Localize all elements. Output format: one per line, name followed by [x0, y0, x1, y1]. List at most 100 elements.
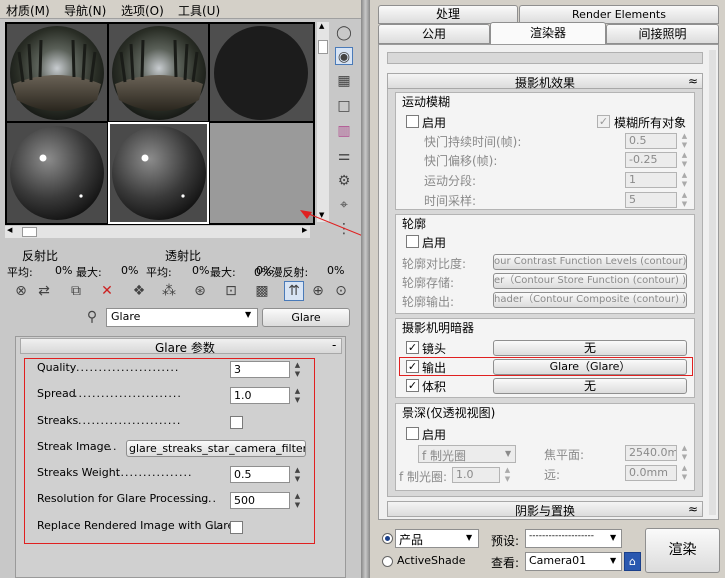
shutter-offset-field[interactable]: -0.25: [625, 152, 677, 168]
quality-field[interactable]: 3: [230, 361, 290, 378]
preset-chevron-icon[interactable]: ▼: [610, 533, 616, 542]
mode-product-radio[interactable]: [382, 533, 393, 544]
tab-common[interactable]: 公用: [378, 24, 490, 44]
mode-activeshade-label[interactable]: ActiveShade: [397, 554, 465, 567]
show-map-icon[interactable]: ▩: [253, 282, 271, 300]
motion-segments-label: 运动分段:: [424, 174, 477, 188]
contour-contrast-button[interactable]: our Contrast Function Levels (contour) ): [493, 254, 687, 270]
glare-rollout-title[interactable]: Glare 参数: [155, 339, 215, 356]
contour-store-button[interactable]: er（Contour Store Function (contour) ): [493, 273, 687, 289]
spread-spinner[interactable]: ▲ ▼: [293, 387, 302, 405]
uv-tiling-icon[interactable]: □: [335, 97, 353, 115]
lock-icon[interactable]: ⌂: [624, 552, 641, 571]
pane-divider[interactable]: [361, 0, 370, 578]
scroll-left-icon[interactable]: ◀: [7, 226, 12, 234]
shadows-collapse-icon[interactable]: ≈: [688, 502, 698, 516]
menu-navigation[interactable]: 导航(N): [64, 2, 106, 19]
transmittance-title: 透射比: [165, 249, 202, 263]
eyedropper-icon[interactable]: ⚲: [83, 308, 101, 326]
mode-activeshade-radio[interactable]: [382, 556, 393, 567]
resolution-field[interactable]: 500: [230, 492, 290, 509]
spread-dots: ........................: [74, 387, 182, 400]
put-to-library-icon[interactable]: ⊛: [191, 282, 209, 300]
shutter-offset-spinner[interactable]: ▲ ▼: [680, 151, 689, 169]
view-label: 查看:: [491, 556, 520, 570]
background-icon[interactable]: ▦: [335, 72, 353, 90]
material-id-icon[interactable]: ⊡: [222, 282, 240, 300]
dof-mode-chevron-icon[interactable]: ▼: [505, 449, 511, 458]
lens-checkbox[interactable]: ✓: [406, 341, 419, 354]
contour-enable-label: 启用: [422, 236, 447, 250]
preset-value[interactable]: --------------------: [529, 531, 594, 541]
menu-tools[interactable]: 工具(U): [178, 2, 220, 19]
spread-field[interactable]: 1.0: [230, 387, 290, 404]
output-checkbox[interactable]: ✓: [406, 360, 419, 373]
contour-enable-checkbox[interactable]: [406, 235, 419, 248]
volume-checkbox[interactable]: ✓: [406, 379, 419, 392]
get-material-icon[interactable]: ⊗: [12, 282, 30, 300]
renderer-scrollbar[interactable]: [709, 50, 716, 515]
far-spinner[interactable]: ▲ ▼: [680, 464, 689, 482]
contour-title: 轮廓: [402, 217, 427, 231]
horizontal-scrollbar[interactable]: [5, 226, 310, 238]
shutter-duration-label: 快门持续时间(帧):: [424, 135, 522, 149]
reflect-max-value: 0%: [121, 264, 139, 277]
material-name[interactable]: Glare: [111, 310, 140, 323]
make-unique-icon[interactable]: ⁂: [160, 282, 178, 300]
view-chevron-icon[interactable]: ▼: [610, 556, 616, 565]
motion-segments-field[interactable]: 1: [625, 172, 677, 188]
assign-to-selection-icon[interactable]: ⧉: [67, 282, 85, 300]
focal-plane-field[interactable]: 2540.0mm: [625, 445, 677, 461]
reset-material-icon[interactable]: ✕: [98, 282, 116, 300]
video-color-check-icon[interactable]: ▥: [335, 122, 353, 140]
far-field[interactable]: 0.0mm: [625, 465, 677, 481]
options-icon[interactable]: ⚙: [335, 172, 353, 190]
sample-type-icon[interactable]: ◯: [335, 24, 353, 42]
tab-indirect-illumination[interactable]: 间接照明: [606, 24, 719, 44]
backlight-icon[interactable]: ◉: [335, 47, 353, 65]
streak-image-button[interactable]: glare_streaks_star_camera_filter.tif: [126, 440, 306, 457]
shutter-duration-field[interactable]: 0.5: [625, 133, 677, 149]
time-samples-spinner[interactable]: ▲ ▼: [680, 191, 689, 209]
copy-material-icon[interactable]: ❖: [130, 282, 148, 300]
shutter-duration-spinner[interactable]: ▲ ▼: [680, 132, 689, 150]
mode-product-value[interactable]: 产品: [399, 531, 423, 548]
focal-plane-spinner[interactable]: ▲ ▼: [680, 444, 689, 462]
blur-all-objects-label: 模糊所有对象: [614, 116, 687, 130]
sample-scroll-thumb[interactable]: [318, 40, 328, 54]
scroll-up-icon[interactable]: ▲: [319, 22, 324, 30]
make-preview-icon[interactable]: ⚌: [335, 147, 353, 165]
tab-renderer[interactable]: 渲染器: [490, 22, 606, 45]
put-to-scene-icon[interactable]: ⇄: [35, 282, 53, 300]
motion-blur-enable-checkbox[interactable]: [406, 115, 419, 128]
output-shader-button[interactable]: Glare（Glare）: [493, 359, 687, 375]
quality-label: Quality: [37, 361, 77, 374]
menu-options[interactable]: 选项(O): [121, 2, 164, 19]
streaks-weight-field[interactable]: 0.5: [230, 466, 290, 483]
dof-mode-value[interactable]: f 制光圈: [422, 447, 466, 464]
far-label: 远:: [544, 468, 561, 482]
contour-output-button[interactable]: hader（Contour Composite (contour) ): [493, 292, 687, 308]
fstop-spinner[interactable]: ▲ ▼: [503, 466, 512, 484]
shadows-title[interactable]: 阴影与置换: [515, 502, 575, 519]
resolution-spinner[interactable]: ▲ ▼: [293, 492, 302, 510]
time-samples-field[interactable]: 5: [625, 192, 677, 208]
horizontal-scroll-thumb[interactable]: [22, 227, 37, 237]
lens-shader-button[interactable]: 无: [493, 340, 687, 356]
fstop-field[interactable]: 1.0: [452, 467, 500, 483]
spread-label: Spread: [37, 387, 76, 400]
motion-segments-spinner[interactable]: ▲ ▼: [680, 171, 689, 189]
streaks-weight-spinner[interactable]: ▲ ▼: [293, 466, 302, 484]
volume-shader-button[interactable]: 无: [493, 378, 687, 394]
dof-enable-checkbox[interactable]: [406, 427, 419, 440]
replace-checkbox[interactable]: [230, 521, 243, 534]
mode-product-chevron-icon[interactable]: ▼: [466, 533, 472, 542]
streaks-checkbox[interactable]: [230, 416, 243, 429]
camera-effects-collapse-icon[interactable]: ≈: [688, 74, 698, 88]
chevron-down-icon[interactable]: ▼: [245, 310, 251, 319]
menu-material[interactable]: 材质(M): [6, 2, 50, 19]
volume-label: 体积: [422, 380, 447, 394]
blur-all-objects-checkbox[interactable]: ✓: [597, 115, 610, 128]
view-value[interactable]: Camera01: [529, 554, 586, 567]
render-button[interactable]: 渲染: [645, 528, 720, 573]
